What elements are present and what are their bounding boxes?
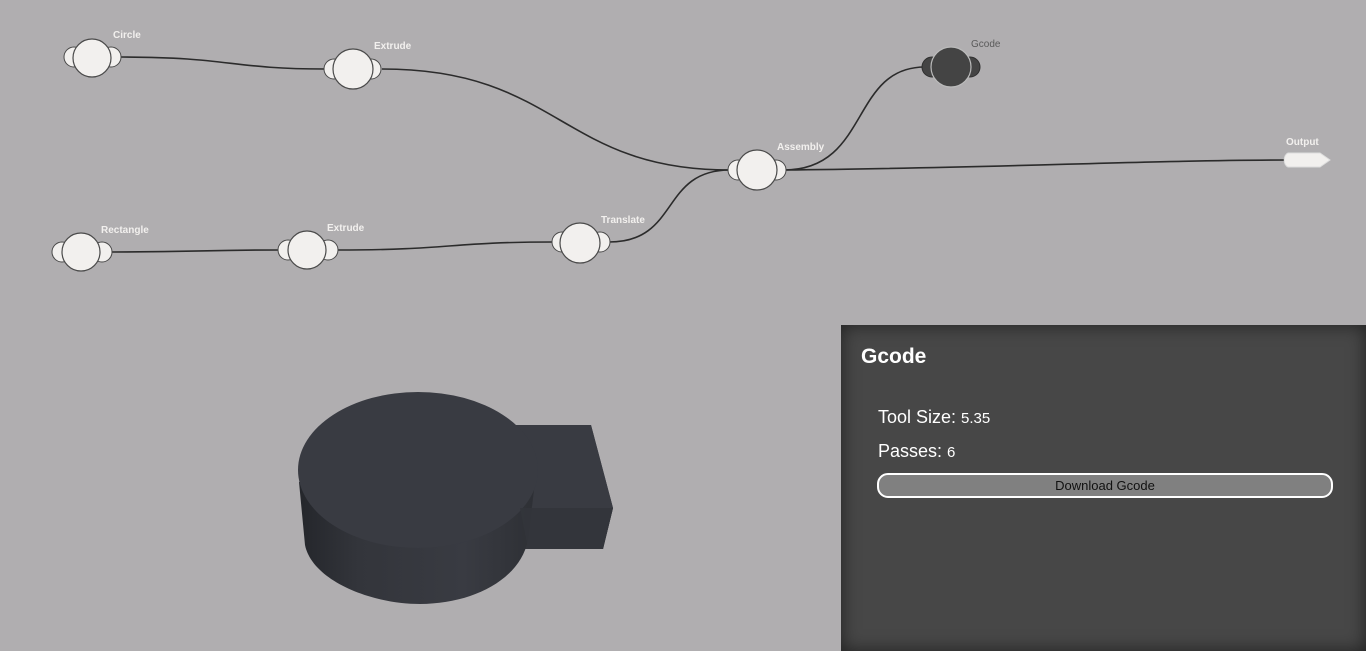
- passes-value[interactable]: 6: [947, 444, 955, 461]
- passes-row: Passes: 6: [878, 441, 955, 462]
- node-circle[interactable]: Circle: [63, 30, 141, 78]
- wire-assembly-gcode: [783, 66, 926, 171]
- node-translate-label: Translate: [601, 215, 645, 226]
- node-rectangle-label: Rectangle: [101, 225, 149, 236]
- node-output[interactable]: Output: [1283, 137, 1331, 168]
- tool-size-value[interactable]: 5.35: [961, 410, 990, 427]
- wire-extrude-translate: [337, 241, 554, 251]
- node-output-label: Output: [1286, 137, 1319, 148]
- model-preview[interactable]: [298, 392, 613, 604]
- wire-rectangle-extrude: [111, 249, 281, 253]
- wire-assembly-output: [783, 159, 1291, 171]
- tool-size-label: Tool Size:: [878, 407, 957, 427]
- node-extrude-2[interactable]: Extrude: [277, 223, 365, 270]
- node-extrude-1-label: Extrude: [374, 41, 412, 52]
- node-circle-label: Circle: [113, 30, 141, 41]
- panel-title: Gcode: [861, 345, 927, 368]
- wire-circle-extrude: [120, 56, 326, 70]
- node-extrude-1[interactable]: Extrude: [323, 41, 412, 90]
- tool-size-row: Tool Size: 5.35: [878, 407, 990, 428]
- node-extrude-2-label: Extrude: [327, 223, 365, 234]
- node-assembly-label: Assembly: [777, 142, 825, 153]
- passes-label: Passes:: [878, 441, 943, 461]
- gcode-properties-panel: Gcode Tool Size: 5.35 Passes: 6 Download G…: [841, 325, 1366, 651]
- wire-translate-assembly: [608, 169, 731, 243]
- node-gcode[interactable]: Gcode: [921, 39, 1001, 88]
- node-gcode-label: Gcode: [971, 39, 1001, 50]
- wire-extrude-assembly: [381, 68, 731, 171]
- download-gcode-button[interactable]: Download Gcode: [877, 473, 1333, 498]
- node-rectangle[interactable]: Rectangle: [51, 225, 149, 272]
